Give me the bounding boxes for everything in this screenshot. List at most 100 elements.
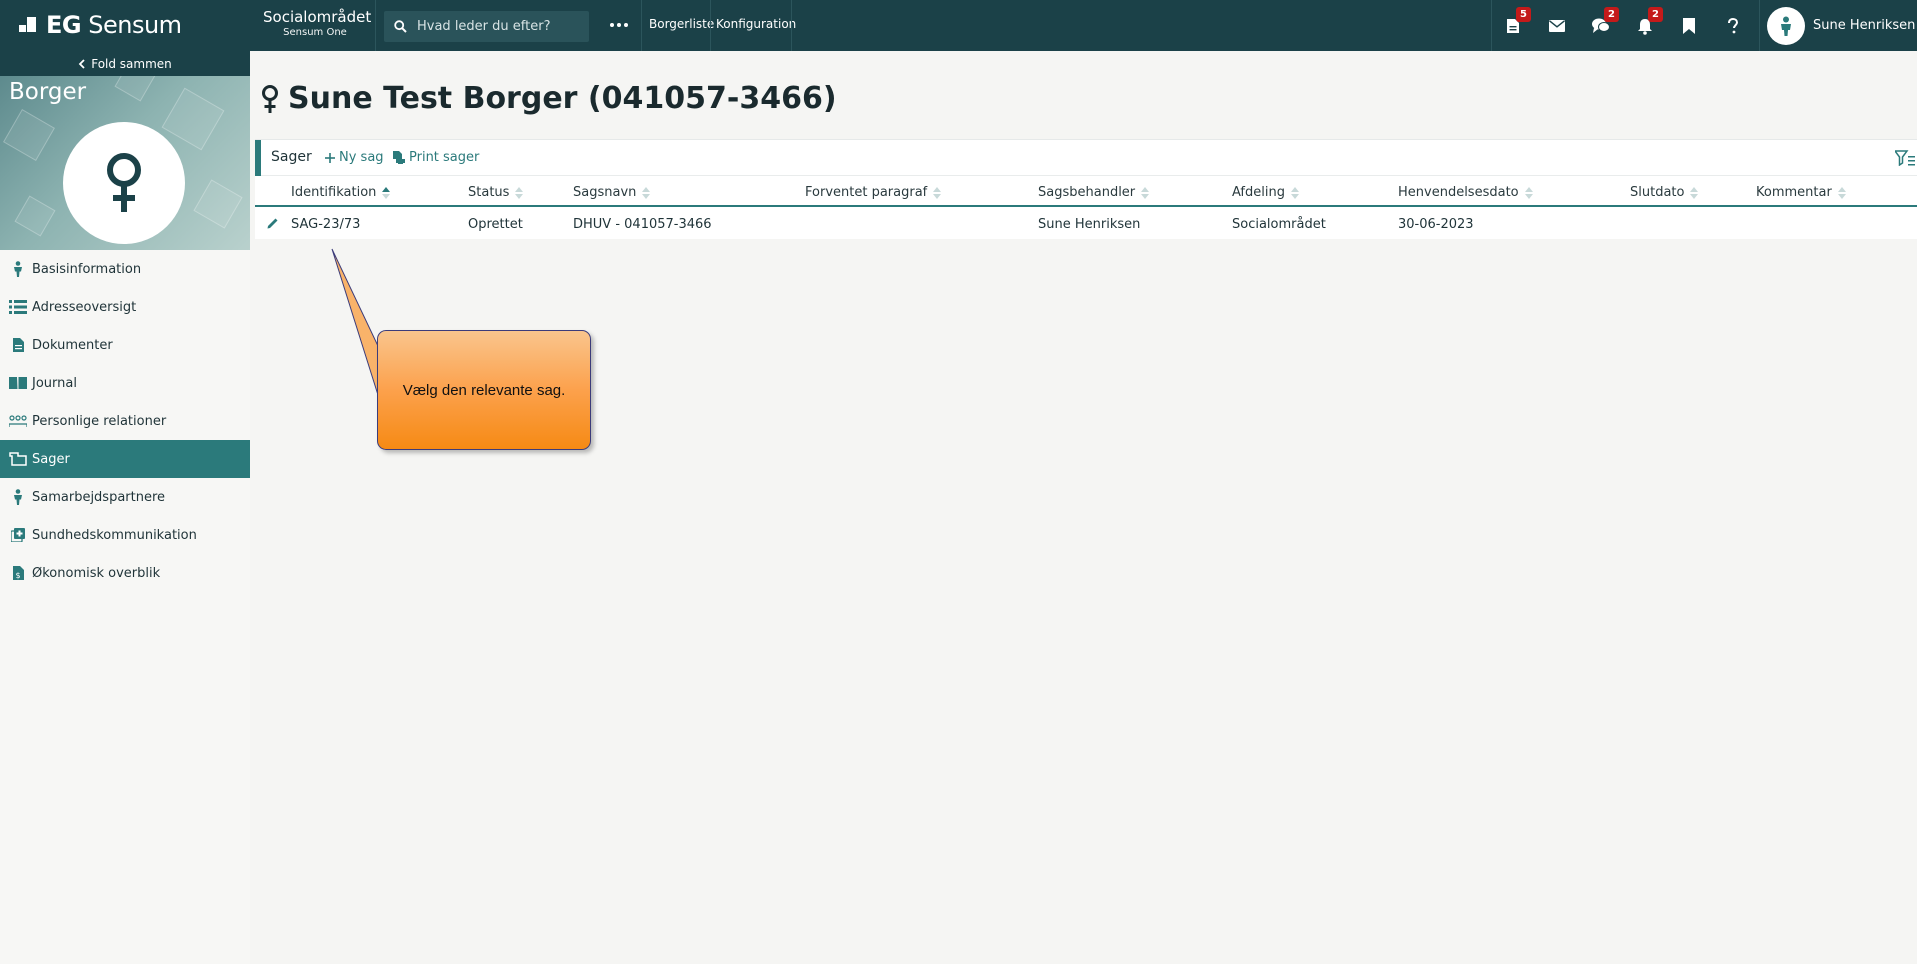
female-gender-icon: [107, 153, 141, 212]
divider: [375, 0, 376, 51]
sidebar-item-label: Sager: [32, 451, 70, 467]
panel-title: Sager: [271, 149, 312, 165]
divider: [1491, 0, 1492, 51]
user-menu[interactable]: Sune Henriksen: [1767, 4, 1915, 47]
sort-icon: [1690, 186, 1699, 199]
user-avatar: [1767, 6, 1805, 45]
citizen-avatar: [63, 122, 185, 244]
divider: [641, 0, 642, 51]
search-icon: [394, 20, 407, 33]
column-header-afdeling[interactable]: Afdeling: [1232, 185, 1299, 200]
cases-icon: [9, 450, 27, 468]
notifications-bell-icon[interactable]: 2: [1634, 7, 1663, 37]
area-title: Socialområdet: [263, 8, 372, 26]
bookmark-icon[interactable]: [1678, 15, 1700, 37]
sidebar-item-label: Dokumenter: [32, 337, 113, 353]
column-label: Sagsbehandler: [1038, 185, 1136, 200]
sidebar-item-samarbejdspartnere[interactable]: Samarbejdspartnere: [0, 478, 250, 516]
female-gender-icon: [262, 84, 278, 113]
sidebar-item-label: Personlige relationer: [32, 413, 167, 429]
cell-status: Oprettet: [468, 217, 523, 232]
chat-count-badge: 2: [1604, 7, 1619, 22]
divider: [1759, 0, 1760, 51]
print-cases-button[interactable]: Print sager: [393, 150, 479, 165]
column-header-kommentar[interactable]: Kommentar: [1756, 185, 1846, 200]
cell-sagsnavn: DHUV - 041057-3466: [573, 217, 712, 232]
sidebar-menu: Basisinformation Adresseoversigt Dokumen…: [0, 250, 250, 592]
health-communication-icon: [9, 526, 27, 544]
column-header-slutdato[interactable]: Slutdato: [1630, 185, 1699, 200]
main-content: Sune Test Borger (041057-3466) Sager Ny …: [250, 51, 1917, 964]
user-name: Sune Henriksen: [1813, 18, 1916, 33]
documents-icon[interactable]: 5: [1502, 7, 1531, 37]
cell-sagsbehandler: Sune Henriksen: [1038, 217, 1141, 232]
document-icon: [9, 336, 27, 354]
sidebar-item-dokumenter[interactable]: Dokumenter: [0, 326, 250, 364]
sidebar-item-basisinformation[interactable]: Basisinformation: [0, 250, 250, 288]
chat-icon[interactable]: 2: [1590, 7, 1619, 37]
column-label: Slutdato: [1630, 185, 1685, 200]
citizen-hero: Borger: [0, 76, 250, 250]
sidebar-item-okonomisk-overblik[interactable]: $ Økonomisk overblik: [0, 554, 250, 592]
column-header-status[interactable]: Status: [468, 185, 524, 200]
fold-sidebar-button[interactable]: Fold sammen: [0, 51, 250, 76]
logo-bold-text: EG: [46, 11, 82, 39]
column-header-henvendelsesdato[interactable]: Henvendelsesdato: [1398, 185, 1533, 200]
sidebar-item-personlige-relationer[interactable]: Personlige relationer: [0, 402, 250, 440]
search-box[interactable]: [384, 11, 589, 42]
chevron-left-icon: [78, 58, 85, 69]
new-case-label: Ny sag: [339, 150, 384, 165]
sidebar-item-label: Samarbejdspartnere: [32, 489, 166, 505]
nav-borgerliste[interactable]: Borgerliste: [649, 17, 714, 31]
economy-icon: $: [9, 564, 27, 582]
sort-icon: [1837, 186, 1846, 199]
documents-count-badge: 5: [1516, 7, 1531, 22]
column-header-forventet-paragraf[interactable]: Forventet paragraf: [805, 185, 942, 200]
sort-icon: [515, 186, 524, 199]
sidebar: Fold sammen Borger Basisinformation Adre…: [0, 51, 250, 964]
help-icon[interactable]: [1722, 15, 1744, 37]
column-header-identifikation[interactable]: Identifikation: [291, 185, 391, 200]
table-row[interactable]: SAG-23/73 Oprettet DHUV - 041057-3466 Su…: [255, 209, 1917, 239]
column-label: Sagsnavn: [573, 185, 637, 200]
fold-label: Fold sammen: [91, 56, 172, 71]
area-subtitle: Sensum One: [283, 27, 347, 38]
column-label: Kommentar: [1756, 185, 1832, 200]
search-input[interactable]: [417, 19, 577, 34]
cell-identifikation: SAG-23/73: [291, 217, 361, 232]
sidebar-item-label: Basisinformation: [32, 261, 142, 277]
cell-henvendelsesdato: 30-06-2023: [1398, 217, 1474, 232]
sidebar-item-sundhedskommunikation[interactable]: Sundhedskommunikation: [0, 516, 250, 554]
relations-icon: [9, 412, 27, 430]
area-switcher[interactable]: Socialområdet Sensum One: [263, 8, 372, 40]
notifications-count-badge: 2: [1648, 7, 1663, 22]
sidebar-item-journal[interactable]: Journal: [0, 364, 250, 402]
new-case-button[interactable]: Ny sag: [325, 150, 384, 165]
column-label: Henvendelsesdato: [1398, 185, 1519, 200]
column-label: Afdeling: [1232, 185, 1285, 200]
table-header: Identifikation Status Sagsnavn Forventet…: [255, 177, 1917, 207]
eg-sensum-logo[interactable]: EG Sensum: [19, 10, 182, 40]
divider: [791, 0, 792, 51]
sidebar-item-label: Sundhedskommunikation: [32, 527, 197, 543]
column-header-sagsnavn[interactable]: Sagsnavn: [573, 185, 651, 200]
more-menu-icon[interactable]: [605, 14, 633, 36]
pencil-edit-icon[interactable]: [267, 217, 279, 233]
column-label: Forventet paragraf: [805, 185, 928, 200]
column-header-sagsbehandler[interactable]: Sagsbehandler: [1038, 185, 1150, 200]
person-icon: [1781, 16, 1791, 36]
mail-icon[interactable]: [1546, 15, 1568, 37]
sort-icon: [933, 186, 942, 199]
column-label: Identifikation: [291, 185, 377, 200]
filter-columns-icon[interactable]: [1893, 150, 1915, 170]
plus-icon: [325, 152, 335, 163]
cell-afdeling: Socialområdet: [1232, 217, 1326, 232]
divider: [710, 0, 711, 51]
sidebar-item-sager[interactable]: Sager: [0, 440, 250, 478]
sidebar-item-adresseoversigt[interactable]: Adresseoversigt: [0, 288, 250, 326]
sort-icon: [1290, 186, 1299, 199]
sidebar-item-label: Adresseoversigt: [32, 299, 137, 315]
nav-konfiguration[interactable]: Konfiguration: [716, 17, 796, 31]
svg-text:$: $: [15, 571, 20, 580]
partner-person-icon: [9, 488, 27, 506]
